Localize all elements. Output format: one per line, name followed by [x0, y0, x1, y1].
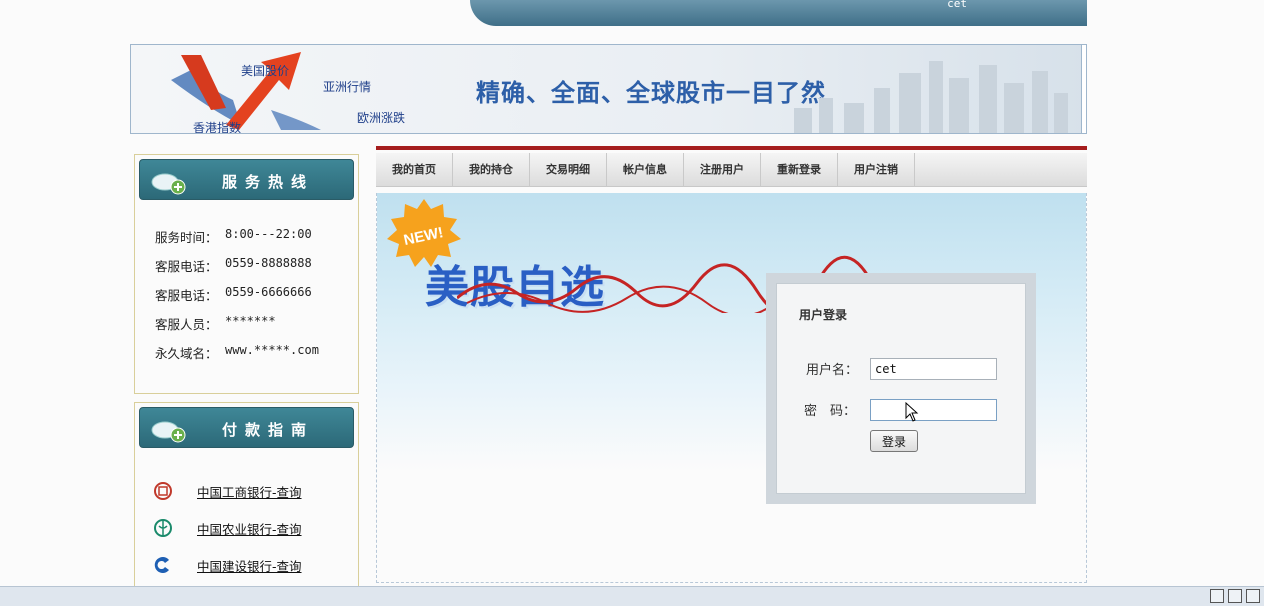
chat-bubble-icon [151, 173, 186, 195]
nav-item-home[interactable]: 我的首页 [376, 153, 453, 187]
icbc-logo-icon [154, 481, 172, 500]
nav-item-register[interactable]: 注册用户 [684, 153, 761, 187]
abc-logo-icon [154, 518, 172, 537]
bank-list: 中国工商银行-查询 中国农业银行-查询 中国建设银行-查询 [153, 473, 302, 584]
banner-label-hk: 香港指数 [193, 121, 242, 134]
username-label: 用户名： [806, 363, 859, 378]
banner-label-asia: 亚洲行情 [323, 80, 372, 94]
status-bar [0, 586, 1264, 606]
city-skyline-icon [794, 61, 1068, 133]
service-info-row: 客服电话： 0559-6666666 [155, 285, 312, 303]
bank-link-icbc[interactable]: 中国工商银行-查询 [197, 482, 302, 501]
nav-item-account[interactable]: 帐户信息 [607, 153, 684, 187]
nav-item-holdings[interactable]: 我的持仓 [453, 153, 530, 187]
nav-item-relogin[interactable]: 重新登录 [761, 153, 838, 187]
chat-bubble-icon [151, 421, 186, 443]
export-icon[interactable] [1228, 589, 1242, 603]
ccb-logo-icon [154, 556, 169, 573]
bank-link-ccb[interactable]: 中国建设银行-查询 [197, 556, 302, 575]
banner-edge [1081, 45, 1086, 133]
username-input[interactable] [870, 358, 997, 380]
service-info-row: 服务时间： 8:00---22:00 [155, 227, 312, 245]
service-info-row: 永久域名： www.*****.com [155, 343, 319, 361]
service-hotline-panel: 服务热线 服务时间： 8:00---22:00 客服电话： 0559-8888888… [134, 154, 359, 394]
service-hotline-header: 服务热线 [139, 159, 354, 200]
add-icon[interactable] [1246, 589, 1260, 603]
bank-item-abc: 中国农业银行-查询 [153, 510, 302, 547]
service-info-list: 服务时间： 8:00---22:00 客服电话： 0559-8888888 客服电话… [155, 227, 319, 372]
nav-item-transactions[interactable]: 交易明细 [530, 153, 607, 187]
bank-link-abc[interactable]: 中国农业银行-查询 [197, 519, 302, 538]
login-button[interactable]: 登录 [870, 430, 918, 452]
payment-guide-title: 付款指南 [222, 421, 315, 439]
password-input[interactable] [870, 399, 997, 421]
page: cet 美国股价 亚洲行情 香港指数 欧洲涨跌 精确、全面、全球股市一目了然 服… [0, 0, 1264, 606]
login-title: 用户登录 [799, 308, 848, 322]
service-hotline-title: 服务热线 [222, 173, 315, 191]
nav-item-logout[interactable]: 用户注销 [838, 153, 915, 187]
payment-guide-header: 付款指南 [139, 407, 354, 448]
bank-item-icbc: 中国工商银行-查询 [153, 473, 302, 510]
banner-label-eu: 欧洲涨跌 [357, 111, 406, 125]
restore-icon[interactable] [1210, 589, 1224, 603]
mouse-pointer-icon [905, 402, 919, 422]
payment-guide-panel: 付款指南 中国工商银行-查询 中国农业银行-查询 中国建设银行-查询 [134, 402, 359, 592]
banner-label-us: 美国股价 [241, 64, 290, 78]
password-label: 密 码： [804, 404, 857, 419]
login-form: 用户登录 用户名： 密 码： 登录 [776, 283, 1026, 494]
header-banner: 美国股价 亚洲行情 香港指数 欧洲涨跌 精确、全面、全球股市一目了然 [130, 44, 1087, 134]
login-panel: 用户登录 用户名： 密 码： 登录 [766, 273, 1036, 504]
nav-top-rule [376, 146, 1087, 150]
top-strip: cet [470, 0, 1087, 26]
service-info-row: 客服电话： 0559-8888888 [155, 256, 312, 274]
current-username: cet [947, 0, 967, 10]
main-nav: 我的首页 我的持仓 交易明细 帐户信息 注册用户 重新登录 用户注销 [376, 153, 1087, 187]
bank-item-ccb: 中国建设银行-查询 [153, 547, 302, 584]
service-info-row: 客服人员： ******* [155, 314, 276, 332]
